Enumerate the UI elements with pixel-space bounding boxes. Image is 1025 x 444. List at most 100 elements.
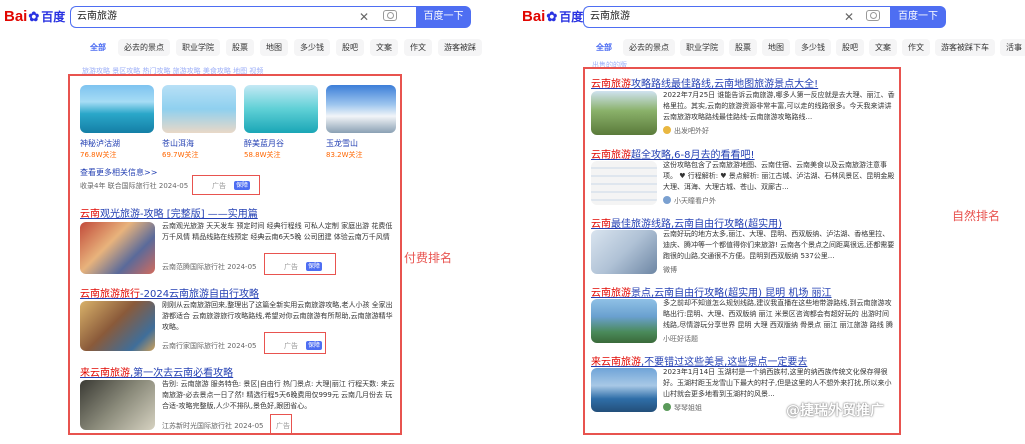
spot-image-lugu-lake[interactable] [80, 85, 154, 133]
tab-item[interactable]: 游客被踩 [438, 39, 482, 56]
result-thumbnail[interactable] [591, 161, 657, 205]
result-source: 小天瞳看户外 [674, 197, 716, 205]
ad-highlight-box [264, 253, 336, 275]
tab-item[interactable]: 股吧 [336, 39, 364, 56]
result-thumbnail[interactable] [591, 299, 657, 343]
tab-item[interactable]: 股票 [729, 39, 757, 56]
result-snippet: 云南观光旅游 天天发车 预定时间 经典行程线 可私人定制 家庭出游 花费低 万千… [162, 222, 393, 241]
left-search-panel: Bai ✿ 百度 云南旅游 ✕ 百度一下 全部 必去的景点 职业学院 股票 地图 多… [0, 0, 512, 444]
ad-highlight-box [264, 332, 326, 354]
result-source: 江苏新时光国际旅行社 2024-05 [162, 422, 264, 430]
spot-name[interactable]: 苍山洱海 [162, 138, 194, 149]
title-rest: ,第一次去云南必看攻略 [130, 368, 234, 379]
tab-all[interactable]: 全部 [84, 39, 112, 56]
more-info-link[interactable]: 查看更多相关信息>> [80, 167, 157, 178]
tab-item[interactable]: 地图 [260, 39, 288, 56]
baidu-logo[interactable]: Bai ✿ 百度 [4, 8, 65, 25]
title-highlight: 云南 [80, 209, 100, 220]
spot-image-erhai[interactable] [162, 85, 236, 133]
tab-item[interactable]: 文案 [869, 39, 897, 56]
result-title[interactable]: 来云南旅游,不要错过这些美景,这些景点一定要去 [591, 353, 807, 368]
search-input[interactable]: 云南旅游 ✕ [70, 6, 416, 28]
baidu-logo[interactable]: Bai ✿ 百度 [522, 8, 583, 25]
result-title[interactable]: 云南最佳旅游线路,云南自由行攻略(超实用) [591, 215, 782, 230]
result-thumbnail[interactable] [80, 380, 155, 430]
camera-icon[interactable] [866, 10, 880, 21]
result-title[interactable]: 来云南旅游,第一次去云南必看攻略 [80, 364, 233, 379]
result-thumbnail[interactable] [80, 301, 155, 351]
tab-item[interactable]: 游客被踩下车 [935, 39, 995, 56]
paw-icon: ✿ [546, 8, 558, 24]
title-highlight: 来云南旅游 [591, 357, 641, 368]
tab-item[interactable]: 文案 [370, 39, 398, 56]
result-title[interactable]: 云南旅游景点,云南自由行攻略(超实用) 昆明 机场 丽江 [591, 284, 832, 299]
author-avatar [663, 126, 671, 134]
spot-follow-count: 69.7W关注 [162, 151, 199, 159]
tab-item[interactable]: 作文 [404, 39, 432, 56]
result-title[interactable]: 云南旅游攻略路线最佳路线,云南地图旅游景点大全! [591, 75, 818, 90]
search-button[interactable]: 百度一下 [890, 6, 946, 28]
result-title[interactable]: 云南旅游旅行-2024云南旅游自由行攻略 [80, 285, 259, 300]
logo-bai-text: Bai [4, 8, 28, 25]
result-thumbnail[interactable] [80, 222, 155, 274]
author-avatar [663, 196, 671, 204]
clear-icon[interactable]: ✕ [359, 7, 369, 27]
logo-cn-text: 百度 [559, 10, 584, 24]
title-highlight: 云南旅游 [591, 79, 631, 90]
tab-item[interactable]: 职业学院 [176, 39, 220, 56]
title-highlight: 云南旅游旅行 [80, 289, 140, 300]
result-snippet: 2022年7月25日 谁能告诉云南旅游,哪多人第一反应就是去大理、丽江、香格里拉… [663, 91, 895, 121]
result-thumbnail[interactable] [591, 230, 657, 274]
tab-item[interactable]: 多少钱 [294, 39, 330, 56]
result-snippet: 刚刚从云南旅游回来,整理出了这篇全新实用云南旅游攻略,老人小孩 全家出游都适合 … [162, 301, 393, 331]
spot-name[interactable]: 醉美蓝月谷 [244, 138, 284, 149]
result-title[interactable]: 云南观光旅游-攻略 [完整版] ——实用篇 [80, 205, 258, 220]
tab-item[interactable]: 必去的景点 [118, 39, 170, 56]
watermark: @捷瑞外贸推广 [786, 403, 884, 419]
search-button[interactable]: 百度一下 [416, 6, 471, 28]
search-query-text: 云南旅游 [590, 11, 630, 22]
spot-follow-count: 76.8W关注 [80, 151, 117, 159]
tab-item[interactable]: 职业学院 [680, 39, 724, 56]
right-tabs: 全部 必去的景点 职业学院 股票 地图 多少钱 股吧 文案 作文 游客被踩下车 … [590, 39, 1025, 56]
tab-item[interactable]: 地图 [762, 39, 790, 56]
spot-image-blue-moon-valley[interactable] [244, 85, 318, 133]
logo-cn-text: 百度 [41, 10, 66, 24]
title-rest: 攻略路线最佳路线,云南地图旅游景点大全! [631, 79, 819, 90]
ad-highlight-box [270, 414, 292, 434]
result-source: 云南行家国际旅行社 2024-05 [162, 342, 257, 350]
tab-item[interactable]: 股票 [226, 39, 254, 56]
title-highlight: 来云南旅游 [80, 368, 130, 379]
clear-icon[interactable]: ✕ [844, 7, 854, 27]
search-input[interactable]: 云南旅游 ✕ [583, 6, 890, 28]
tab-item[interactable]: 活事 [1000, 39, 1025, 56]
title-highlight: 云南旅游 [591, 288, 631, 299]
result-snippet: 这份攻略包含了云南旅游地图、云南住宿、云南美食以及云南旅游注意事项。 ♥ 行程解… [663, 161, 895, 191]
author-avatar [663, 403, 671, 411]
result-snippet: 云南好玩的地方太多,丽江、大理、昆明、西双版纳、泸沽湖、香格里拉、迪庆、腾冲等一… [663, 230, 895, 260]
spot-name[interactable]: 神秘泸沽湖 [80, 138, 120, 149]
tab-item[interactable]: 多少钱 [795, 39, 831, 56]
result-source: 出发吧外好 [674, 127, 709, 135]
tab-item[interactable]: 作文 [902, 39, 930, 56]
logo-bai-text: Bai [522, 8, 546, 25]
title-rest: -2024云南旅游自由行攻略 [140, 289, 260, 300]
result-snippet: 告别: 云南旅游 服务特色: 景区|自由行 热门景点: 大理|丽江 行程天数: … [162, 380, 395, 410]
spot-image-yulong-snow-mountain[interactable] [326, 85, 396, 133]
result-thumbnail[interactable] [591, 368, 657, 412]
result-source: 琴琴姐姐 [674, 404, 702, 412]
result-snippet: 多之前却不知道怎么规划线路,建议我直播在这些地带游路线,到云南旅游攻略出行:昆明… [663, 299, 894, 329]
result-title[interactable]: 云南旅游超全攻略,6-8月去的看看吧! [591, 146, 755, 161]
tab-all[interactable]: 全部 [590, 39, 618, 56]
camera-icon[interactable] [383, 10, 397, 21]
paid-ranking-label: 付费排名 [404, 251, 453, 265]
right-search-panel: Bai ✿ 百度 云南旅游 ✕ 百度一下 全部 必去的景点 职业学院 股票 地图 多… [518, 0, 1025, 444]
result-source: 小旺好话题 [663, 335, 698, 343]
organic-ranking-label: 自然排名 [952, 209, 1001, 223]
left-tabs: 全部 必去的景点 职业学院 股票 地图 多少钱 股吧 文案 作文 游客被踩 [84, 39, 482, 56]
result-thumbnail[interactable] [591, 91, 657, 135]
title-highlight: 云南旅游 [591, 150, 631, 161]
tab-item[interactable]: 股吧 [836, 39, 864, 56]
tab-item[interactable]: 必去的景点 [623, 39, 675, 56]
spot-name[interactable]: 玉龙雪山 [326, 138, 358, 149]
